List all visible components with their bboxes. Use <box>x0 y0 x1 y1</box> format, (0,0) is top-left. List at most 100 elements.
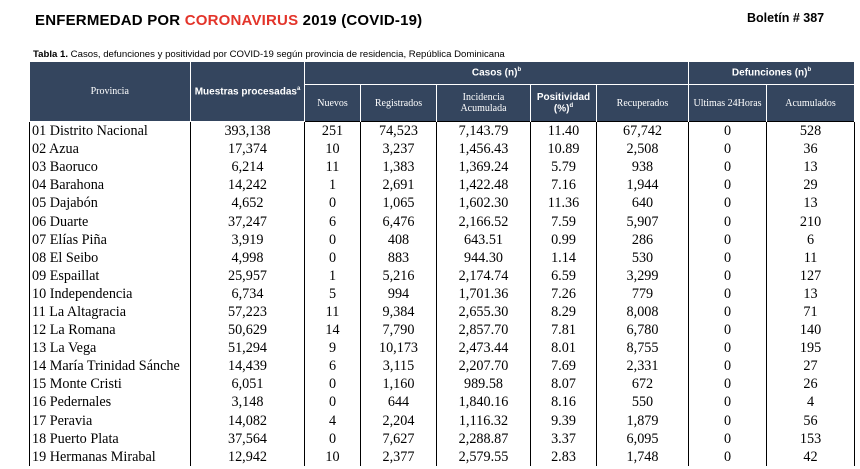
cell-provincia: 17 Peravia <box>29 411 191 430</box>
cell-recuperados: 530 <box>596 248 690 267</box>
cell-nuevos: 4 <box>304 411 361 430</box>
cell-incidencia: 1,602.30 <box>436 194 531 213</box>
cell-recuperados: 2,508 <box>596 140 690 159</box>
cell-muestras: 14,242 <box>190 176 305 195</box>
cell-provincia: 06 Duarte <box>29 212 191 231</box>
header-ultimas: Ultimas 24Horas <box>688 84 768 122</box>
cell-acumulados: 528 <box>766 121 856 141</box>
cell-nuevos: 11 <box>304 158 361 177</box>
cell-positividad: 11.40 <box>530 121 597 141</box>
table-row: 13 La Vega 51,294 9 10,173 2,473.44 8.01 8,755… <box>29 339 856 358</box>
cell-registrados: 2,691 <box>360 176 437 195</box>
cell-ultimas-24h: 0 <box>688 212 768 231</box>
cell-acumulados: 11 <box>766 248 856 267</box>
cell-recuperados: 6,780 <box>596 321 690 340</box>
header-positividad: Positividad (%)d <box>530 84 597 122</box>
cell-muestras: 393,138 <box>190 121 305 141</box>
cell-positividad: 8.16 <box>530 393 597 412</box>
caption-label: Tabla 1. <box>33 49 69 60</box>
cell-positividad: 7.69 <box>530 357 597 376</box>
cell-provincia: 16 Pedernales <box>29 393 191 412</box>
cell-provincia: 05 Dajabón <box>29 194 191 213</box>
cell-positividad: 8.01 <box>530 339 597 358</box>
cell-muestras: 12,942 <box>190 447 305 466</box>
cell-ultimas-24h: 0 <box>688 194 768 213</box>
header-incidencia: Incidencia Acumulada <box>436 84 531 122</box>
cell-registrados: 408 <box>360 230 437 249</box>
cell-incidencia: 2,166.52 <box>436 212 531 231</box>
cell-incidencia: 2,473.44 <box>436 339 531 358</box>
cell-provincia: 13 La Vega <box>29 339 191 358</box>
cell-nuevos: 0 <box>304 230 361 249</box>
cell-ultimas-24h: 0 <box>688 429 768 448</box>
cell-ultimas-24h: 0 <box>688 411 768 430</box>
cell-nuevos: 14 <box>304 321 361 340</box>
cell-acumulados: 26 <box>766 375 856 394</box>
cell-recuperados: 1,944 <box>596 176 690 195</box>
table-row: 17 Peravia 14,082 4 2,204 1,116.32 9.39 1,879 0… <box>29 411 856 430</box>
header-casos: Casos (n)b <box>304 62 690 85</box>
cell-provincia: 10 Independencia <box>29 284 191 303</box>
table-row: 07 Elías Piña 3,919 0 408 643.51 0.99 286 0 6 <box>29 230 856 249</box>
cell-provincia: 04 Barahona <box>29 176 191 195</box>
cell-incidencia: 2,579.55 <box>436 447 531 466</box>
bulletin-number: Boletín # 387 <box>747 11 825 25</box>
cell-recuperados: 550 <box>596 393 690 412</box>
table-row: 09 Espaillat 25,957 1 5,216 2,174.74 6.59 3,29… <box>29 266 856 285</box>
table-row: 18 Puerto Plata 37,564 0 7,627 2,288.87 3.37 6… <box>29 429 856 448</box>
cell-recuperados: 6,095 <box>596 429 690 448</box>
header-recuperados: Recuperados <box>596 84 690 122</box>
cell-acumulados: 56 <box>766 411 856 430</box>
cell-provincia: 12 La Romana <box>29 321 191 340</box>
cell-registrados: 883 <box>360 248 437 267</box>
cell-positividad: 7.16 <box>530 176 597 195</box>
cell-recuperados: 8,755 <box>596 339 690 358</box>
cell-positividad: 8.29 <box>530 302 597 322</box>
cell-incidencia: 1,840.16 <box>436 393 531 412</box>
cell-positividad: 7.81 <box>530 321 597 340</box>
cell-ultimas-24h: 0 <box>688 339 768 358</box>
table-row: 11 La Altagracia 57,223 11 9,384 2,655.30 8.2… <box>29 302 856 322</box>
title-accent: CORONAVIRUS <box>184 12 299 29</box>
cell-registrados: 9,384 <box>360 302 437 322</box>
report-title: ENFERMEDAD POR CORONAVIRUS 2019 (COVID-1… <box>35 12 422 29</box>
cell-nuevos: 6 <box>304 212 361 231</box>
cell-incidencia: 2,655.30 <box>436 302 531 322</box>
cell-recuperados: 3,299 <box>596 266 690 285</box>
cell-registrados: 6,476 <box>360 212 437 231</box>
cell-acumulados: 6 <box>766 230 856 249</box>
table-body: 01 Distrito Nacional 393,138 251 74,523 7,14… <box>29 121 856 466</box>
cell-muestras: 37,564 <box>190 429 305 448</box>
title-prefix: ENFERMEDAD POR <box>35 12 185 29</box>
cell-ultimas-24h: 0 <box>688 176 768 195</box>
title-suffix: 2019 (COVID-19) <box>298 12 423 29</box>
cell-recuperados: 286 <box>596 230 690 249</box>
cell-ultimas-24h: 0 <box>688 230 768 249</box>
header-defunciones: Defunciones (n)b <box>688 62 856 85</box>
cell-incidencia: 1,456.43 <box>436 140 531 159</box>
cell-ultimas-24h: 0 <box>688 321 768 340</box>
cell-muestras: 4,998 <box>190 248 305 267</box>
header-acumulados: Acumulados <box>766 84 856 122</box>
cell-recuperados: 1,748 <box>596 447 690 466</box>
cell-nuevos: 10 <box>304 447 361 466</box>
cell-incidencia: 1,116.32 <box>436 411 531 430</box>
cell-positividad: 1.14 <box>530 248 597 267</box>
cell-incidencia: 7,143.79 <box>436 121 531 141</box>
cell-ultimas-24h: 0 <box>688 140 768 159</box>
cell-positividad: 0.99 <box>530 230 597 249</box>
table-row: 02 Azua 17,374 10 3,237 1,456.43 10.89 2,508 0 3… <box>29 140 856 159</box>
cell-recuperados: 1,879 <box>596 411 690 430</box>
cell-provincia: 02 Azua <box>29 140 191 159</box>
cell-ultimas-24h: 0 <box>688 393 768 412</box>
cell-muestras: 4,652 <box>190 194 305 213</box>
cell-registrados: 3,237 <box>360 140 437 159</box>
cell-positividad: 9.39 <box>530 411 597 430</box>
cell-registrados: 3,115 <box>360 357 437 376</box>
cell-muestras: 17,374 <box>190 140 305 159</box>
cell-muestras: 6,214 <box>190 158 305 177</box>
cell-recuperados: 8,008 <box>596 302 690 322</box>
cell-recuperados: 672 <box>596 375 690 394</box>
cell-acumulados: 29 <box>766 176 856 195</box>
covid-table: Provincia Muestras procesadasa Casos (n)… <box>29 62 856 466</box>
